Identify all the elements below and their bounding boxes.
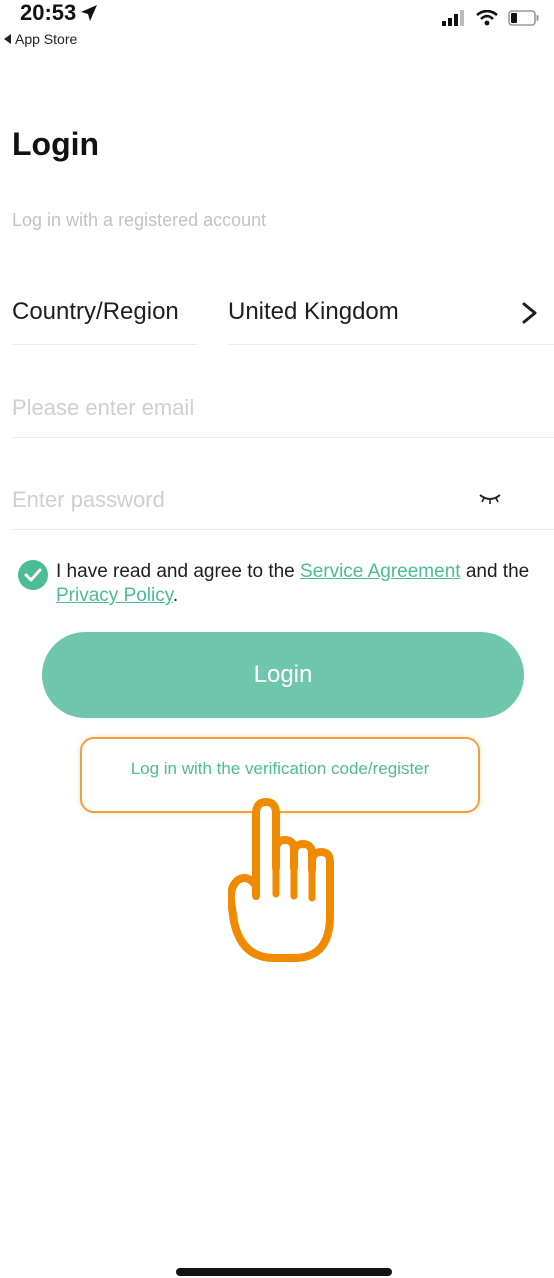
battery-icon: [508, 10, 539, 26]
wifi-icon: [476, 10, 498, 26]
email-field[interactable]: [12, 392, 532, 424]
verification-register-link[interactable]: Log in with the verification code/regist…: [131, 759, 430, 779]
login-button[interactable]: Login: [42, 632, 524, 718]
back-label: App Store: [15, 31, 78, 47]
page-subtitle: Log in with a registered account: [12, 210, 267, 230]
back-to-app-store[interactable]: App Store: [4, 31, 77, 47]
clock-text: 20:53: [20, 0, 77, 25]
agreement-checkbox[interactable]: [18, 560, 48, 590]
pointing-hand-icon: [228, 798, 334, 962]
service-agreement-link[interactable]: Service Agreement: [300, 561, 461, 582]
country-value-divider: [228, 344, 554, 345]
password-field[interactable]: [12, 484, 462, 516]
back-triangle-icon: [4, 34, 11, 44]
country-label-divider: [12, 344, 198, 345]
agreement-text-after: .: [172, 585, 179, 606]
agreement-text-middle: and the: [460, 561, 530, 582]
eye-closed-icon[interactable]: [478, 490, 502, 506]
country-region-label: Country/Region: [12, 298, 179, 325]
cellular-signal-icon: [442, 10, 464, 26]
location-arrow-icon: [81, 5, 98, 21]
privacy-policy-link[interactable]: Privacy Policy: [56, 585, 173, 606]
country-region-selector[interactable]: United Kingdom: [228, 298, 399, 326]
checkmark-icon: [24, 568, 42, 582]
status-indicators: [442, 10, 540, 26]
email-divider: [12, 437, 554, 438]
agreement-text: I have read and agree to the Service Agr…: [56, 560, 548, 608]
agreement-text-before: I have read and agree to the: [56, 561, 301, 582]
status-time: 20:53: [20, 0, 98, 26]
page-title: Login: [12, 126, 100, 162]
home-indicator[interactable]: [176, 1268, 392, 1276]
chevron-right-icon[interactable]: [518, 298, 542, 328]
password-divider: [12, 529, 554, 530]
